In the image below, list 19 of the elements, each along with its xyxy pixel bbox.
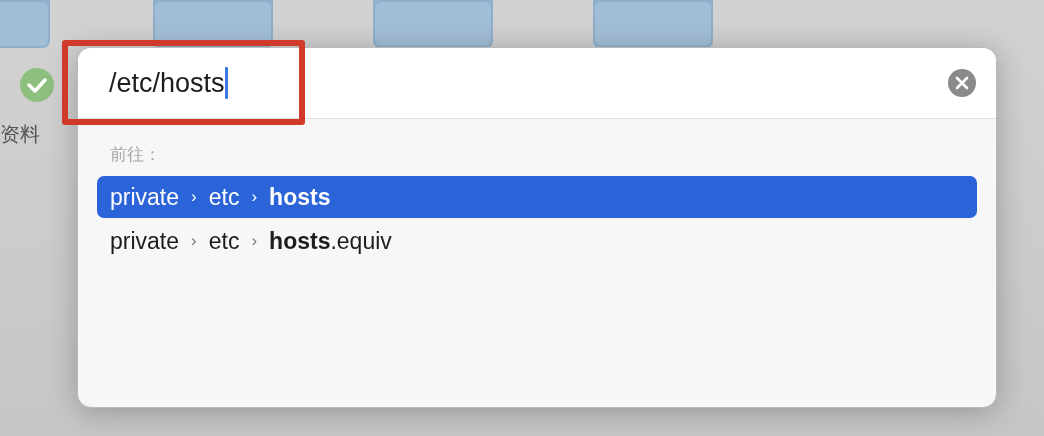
folder-name: private — [110, 183, 180, 211]
folder-name: etc — [208, 183, 240, 211]
result-item[interactable]: private › etc › hosts — [97, 176, 977, 218]
path-input[interactable]: /etc/hosts — [109, 67, 228, 99]
text-cursor — [224, 67, 228, 99]
chevron-icon: › — [191, 187, 197, 207]
folder-label: 资料 — [0, 122, 40, 147]
chevron-icon: › — [251, 231, 258, 251]
clear-button[interactable] — [948, 69, 976, 97]
folder-icon — [593, 0, 713, 48]
result-item[interactable]: private › etc › hosts.equiv — [97, 220, 977, 262]
chevron-icon: › — [251, 187, 258, 207]
file-name: hosts.equiv — [269, 227, 392, 255]
folder-name: etc — [208, 227, 240, 255]
file-name: hosts — [269, 183, 331, 211]
folder-name: private — [110, 227, 180, 255]
section-label: 前往： — [109, 144, 161, 166]
chevron-icon: › — [191, 231, 197, 251]
folder-icon — [373, 0, 493, 48]
